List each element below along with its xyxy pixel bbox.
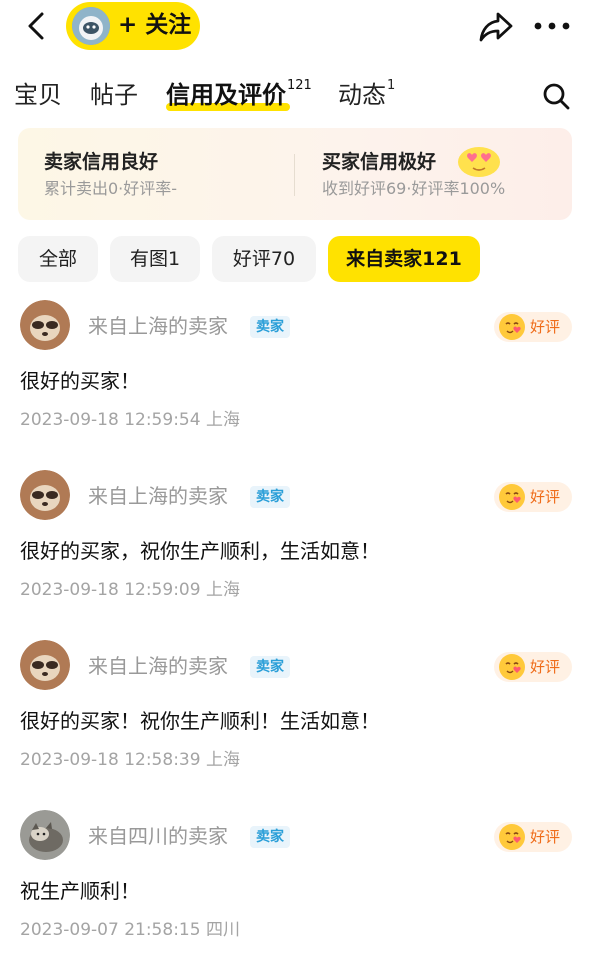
tab-credit-reviews-count: 121 <box>287 78 312 93</box>
review-time: 2023-09-18 12:59:54 上海 <box>20 410 240 430</box>
astronaut-avatar-image <box>72 7 110 45</box>
good-review-emoji-icon <box>499 654 525 680</box>
filter-all-label: 全部 <box>38 248 77 270</box>
tab-posts-label: 帖子 <box>90 81 138 109</box>
buyer-credit-title: 买家信用极好 <box>322 151 437 173</box>
seller-tag: 卖家 <box>250 486 290 508</box>
tab-activity[interactable]: 动态1 <box>338 78 395 117</box>
tab-items[interactable]: 宝贝 <box>14 78 62 112</box>
reviewer-avatar[interactable] <box>20 300 70 350</box>
good-review-label: 好评 <box>530 318 561 336</box>
review-item: 来自四川的卖家 卖家 好评 祝生产顺利！ 2023-09-07 21:58:15… <box>0 810 590 980</box>
review-time: 2023-09-07 21:58:15 四川 <box>20 920 240 940</box>
good-review-badge: 好评 <box>494 652 572 682</box>
banner-divider <box>294 154 295 196</box>
reviewer-source: 来自上海的卖家 <box>88 314 228 338</box>
good-review-badge: 好评 <box>494 822 572 852</box>
reviewer-avatar[interactable] <box>20 640 70 690</box>
filter-from-seller[interactable]: 来自卖家121 <box>328 236 480 282</box>
follow-label[interactable]: + 关注 <box>118 11 191 39</box>
review-text: 很好的买家！ <box>20 369 140 393</box>
review-time: 2023-09-18 12:58:39 上海 <box>20 750 240 770</box>
good-review-emoji-icon <box>499 824 525 850</box>
filter-with-image[interactable]: 有图1 <box>110 236 200 282</box>
seller-credit-subtitle: 累计卖出0·好评率- <box>44 179 178 198</box>
filter-from-seller-label: 来自卖家121 <box>346 248 462 270</box>
sloth-avatar-image <box>20 640 70 690</box>
review-text: 很好的买家，祝你生产顺利，生活如意！ <box>20 539 380 563</box>
review-text: 很好的买家！祝你生产顺利！生活如意！ <box>20 709 380 733</box>
buyer-credit-subtitle: 收到好评69·好评率100% <box>322 179 506 198</box>
review-item: 来自上海的卖家 卖家 好评 很好的买家！祝你生产顺利！生活如意！ 2023-09… <box>0 640 590 810</box>
tab-posts[interactable]: 帖子 <box>90 78 138 112</box>
good-review-label: 好评 <box>530 488 561 506</box>
heart-eyes-emoji-icon <box>458 147 500 177</box>
cat-avatar-image <box>20 810 70 860</box>
seller-credit-title: 卖家信用良好 <box>44 151 159 173</box>
seller-tag: 卖家 <box>250 656 290 678</box>
seller-tag: 卖家 <box>250 826 290 848</box>
tab-items-label: 宝贝 <box>14 81 62 109</box>
review-time: 2023-09-18 12:59:09 上海 <box>20 580 240 600</box>
more-icon[interactable] <box>532 14 572 38</box>
reviewer-avatar[interactable] <box>20 810 70 860</box>
filter-good-reviews-label: 好评70 <box>232 248 296 270</box>
good-review-badge: 好评 <box>494 312 572 342</box>
good-review-label: 好评 <box>530 658 561 676</box>
shop-avatar[interactable] <box>72 7 110 45</box>
tab-activity-count: 1 <box>387 78 396 93</box>
share-icon[interactable] <box>476 8 516 46</box>
review-item: 来自上海的卖家 卖家 好评 很好的买家！ 2023-09-18 12:59:54… <box>0 300 590 470</box>
filter-good-reviews[interactable]: 好评70 <box>212 236 316 282</box>
sloth-avatar-image <box>20 470 70 520</box>
filter-with-image-label: 有图1 <box>129 248 181 270</box>
sloth-avatar-image <box>20 300 70 350</box>
good-review-emoji-icon <box>499 314 525 340</box>
good-review-badge: 好评 <box>494 482 572 512</box>
tab-credit-reviews-label: 信用及评价 <box>166 81 286 109</box>
reviewer-avatar[interactable] <box>20 470 70 520</box>
review-item: 来自上海的卖家 卖家 好评 很好的买家，祝你生产顺利，生活如意！ 2023-09… <box>0 470 590 640</box>
good-review-label: 好评 <box>530 828 561 846</box>
reviewer-source: 来自上海的卖家 <box>88 654 228 678</box>
reviewer-source: 来自上海的卖家 <box>88 484 228 508</box>
back-arrow-icon[interactable] <box>20 8 56 44</box>
review-text: 祝生产顺利！ <box>20 879 140 903</box>
filter-all[interactable]: 全部 <box>18 236 98 282</box>
tab-credit-reviews[interactable]: 信用及评价121 <box>166 78 312 117</box>
good-review-emoji-icon <box>499 484 525 510</box>
seller-tag: 卖家 <box>250 316 290 338</box>
tab-activity-label: 动态 <box>338 81 386 109</box>
reviewer-source: 来自四川的卖家 <box>88 824 228 848</box>
search-icon[interactable] <box>540 80 572 112</box>
